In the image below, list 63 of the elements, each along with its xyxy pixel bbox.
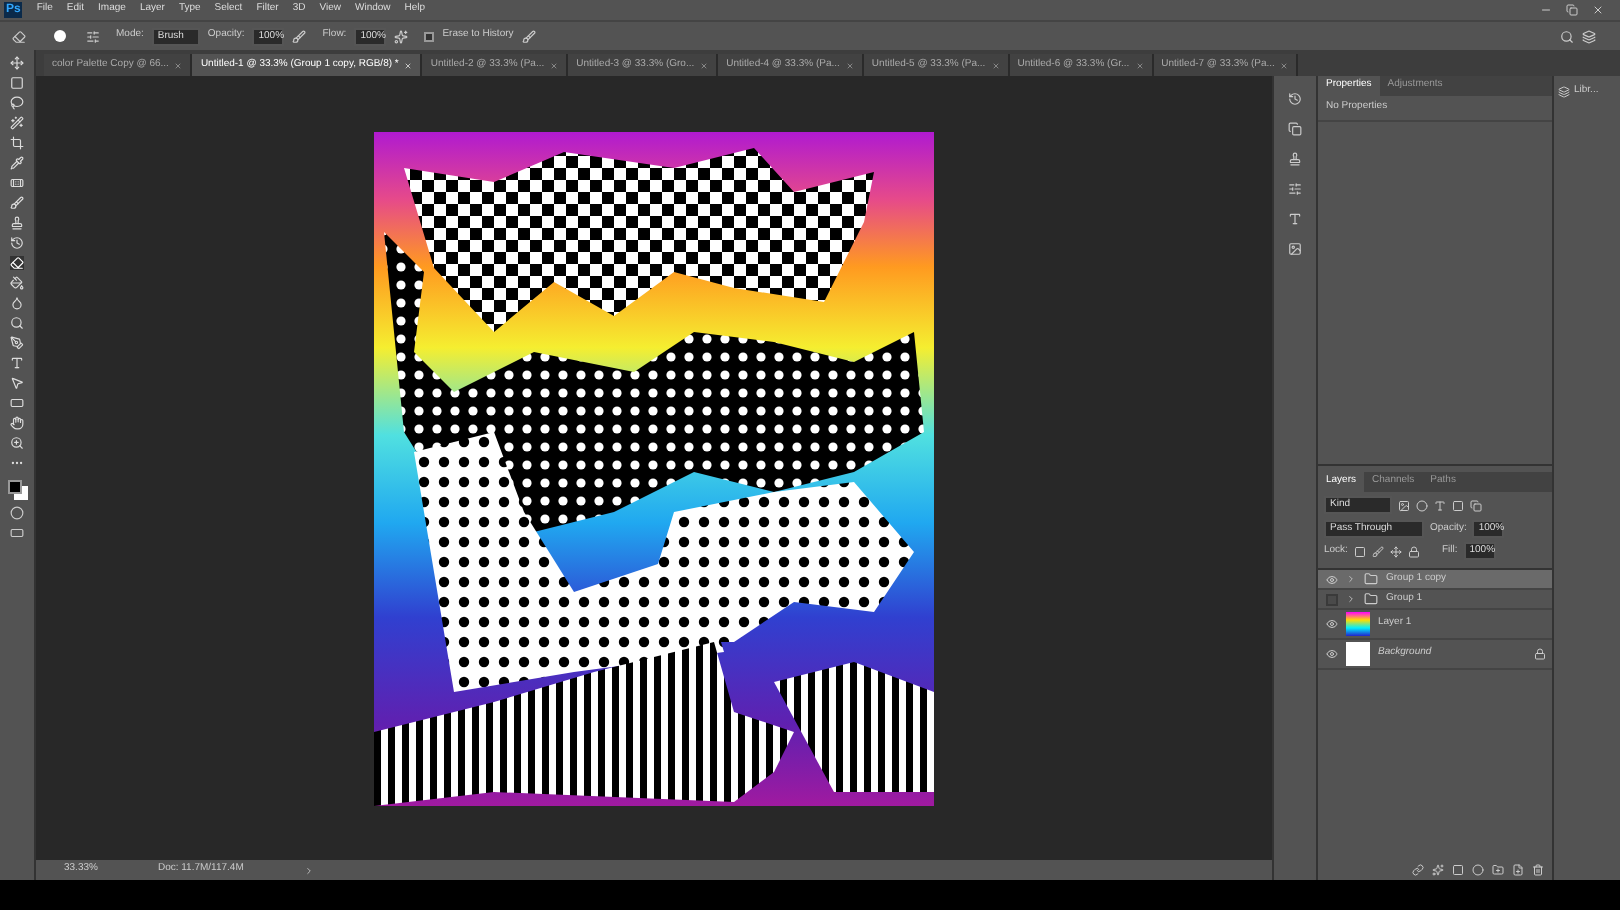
pointer-icon[interactable] — [10, 376, 24, 390]
adjustments-icon[interactable] — [1288, 182, 1302, 196]
new-group-icon[interactable] — [1492, 864, 1504, 876]
lock-icon — [1534, 648, 1546, 660]
pen-icon[interactable] — [10, 336, 24, 350]
history-brush-icon[interactable] — [10, 236, 24, 250]
blur-icon[interactable] — [10, 296, 24, 310]
screen-mode-icon[interactable] — [10, 526, 24, 540]
workspace-icon[interactable] — [1582, 29, 1596, 43]
lock-icon[interactable] — [1407, 545, 1420, 557]
visibility-eye-icon[interactable] — [1325, 648, 1337, 660]
character-icon[interactable] — [1288, 212, 1302, 226]
new-layer-icon[interactable] — [1512, 864, 1524, 876]
bucket-icon[interactable] — [10, 276, 24, 290]
rectangle-icon[interactable] — [10, 396, 24, 410]
libraries-icon — [1558, 85, 1570, 98]
clone-source-icon[interactable] — [1288, 122, 1302, 136]
hidden-visibility-toggle[interactable] — [1325, 593, 1337, 605]
stamp-icon[interactable] — [1288, 152, 1302, 166]
stamp-icon[interactable] — [10, 216, 24, 230]
brush-preview-icon[interactable] — [54, 30, 66, 42]
crop-icon[interactable] — [10, 136, 24, 150]
visibility-eye-icon[interactable] — [1325, 573, 1337, 585]
lasso-icon[interactable] — [10, 96, 24, 110]
effects-icon[interactable] — [1432, 864, 1444, 876]
quick-mask-icon[interactable] — [10, 506, 24, 520]
bandage-icon[interactable] — [10, 176, 24, 190]
folder-icon — [1364, 572, 1378, 586]
layer-thumbnail — [1346, 642, 1370, 666]
adjustment-filter-icon[interactable] — [1416, 499, 1428, 511]
pressure-icon[interactable] — [292, 29, 307, 43]
type-icon[interactable] — [10, 356, 24, 370]
brush-icon[interactable] — [10, 196, 24, 210]
lock-pixels-icon[interactable] — [1353, 545, 1366, 557]
erase-to-history-checkbox[interactable] — [424, 31, 435, 41]
layer-thumbnail — [1346, 612, 1370, 636]
image-filter-icon[interactable] — [1398, 499, 1410, 511]
eyedropper-icon[interactable] — [10, 156, 24, 170]
lock-paint-icon[interactable] — [1371, 545, 1384, 557]
wand-icon[interactable] — [10, 116, 24, 130]
history-icon[interactable] — [1288, 92, 1302, 106]
pressure-size-icon[interactable] — [521, 29, 536, 43]
shape-filter-icon[interactable] — [1452, 499, 1464, 511]
close-icon[interactable] — [1592, 4, 1604, 16]
more-icon[interactable] — [10, 456, 24, 470]
search-icon[interactable] — [1560, 29, 1574, 43]
marquee-icon[interactable] — [10, 76, 24, 90]
zoom-icon[interactable] — [10, 436, 24, 450]
restore-icon[interactable] — [1566, 4, 1578, 16]
color-swatches[interactable] — [7, 480, 27, 500]
lock-position-icon[interactable] — [1389, 545, 1402, 557]
trash-icon[interactable] — [1532, 864, 1544, 876]
visibility-eye-icon[interactable] — [1325, 618, 1337, 630]
minimize-icon[interactable] — [1540, 4, 1552, 16]
chevron-right-icon[interactable] — [303, 865, 314, 875]
hand-icon[interactable] — [10, 416, 24, 430]
link-icon[interactable] — [1412, 864, 1424, 876]
adjustment-icon[interactable] — [1472, 864, 1484, 876]
move-icon[interactable] — [10, 56, 24, 70]
brush-settings-icon[interactable] — [86, 29, 100, 43]
type-filter-icon[interactable] — [1434, 499, 1446, 511]
mask-icon[interactable] — [1452, 864, 1464, 876]
folder-icon — [1364, 592, 1378, 606]
